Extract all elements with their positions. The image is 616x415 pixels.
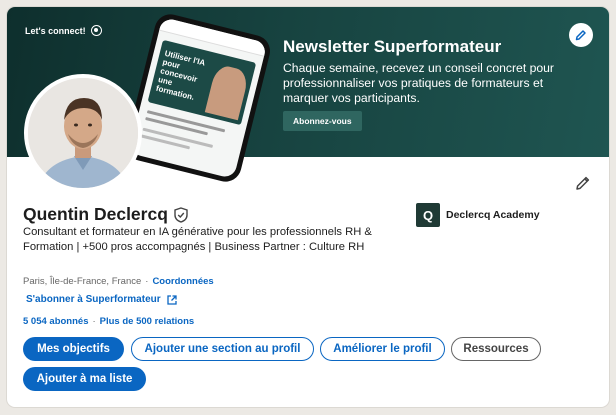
phone-hero: Utiliser l'IA pour concevoir une formati… [147, 39, 257, 126]
newsletter-title: Newsletter Superformateur [283, 37, 502, 56]
phone-hero-text: Utiliser l'IA pour concevoir une formati… [155, 48, 206, 102]
external-link-icon [166, 294, 177, 305]
pencil-icon [576, 176, 590, 190]
separator-dot: · [92, 316, 96, 327]
contact-info-link[interactable]: Coordonnées [152, 276, 213, 287]
avatar[interactable] [24, 74, 142, 192]
my-goals-button[interactable]: Mes objectifs [23, 337, 124, 361]
connections-link[interactable]: Plus de 500 relations [100, 316, 195, 327]
company-logo: Q [416, 203, 440, 227]
separator-dot: · [145, 276, 149, 287]
current-company[interactable]: Q Declercq Academy [416, 203, 540, 227]
edit-profile-button[interactable] [573, 173, 593, 193]
verified-shield-icon[interactable] [174, 206, 188, 223]
location-row: Paris, Île-de-France, France · Coordonné… [23, 276, 214, 287]
subscribe-link-text: S'abonner à Superformateur [26, 294, 161, 305]
subscribe-newsletter-link[interactable]: S'abonner à Superformateur [26, 294, 177, 305]
phone-mockup: Utiliser l'IA pour concevoir une formati… [122, 10, 274, 186]
network-stats: 5 054 abonnés · Plus de 500 relations [23, 316, 194, 327]
phone-screen: Utiliser l'IA pour concevoir une formati… [128, 17, 268, 179]
company-name: Declercq Academy [446, 209, 540, 221]
subscribe-newsletter-button[interactable]: Abonnez-vous [283, 111, 362, 131]
name-row: Quentin Declercq [23, 204, 188, 225]
add-profile-section-button[interactable]: Ajouter une section au profil [131, 337, 314, 361]
newsletter-description: Chaque semaine, recevez un conseil concr… [283, 61, 554, 105]
user-circle-icon [90, 25, 102, 36]
lets-connect-text: Let's connect! [25, 25, 86, 36]
profile-photo [28, 78, 138, 188]
lets-connect-label: Let's connect! [25, 25, 102, 36]
profile-card: Let's connect! Utiliser l'IA pour concev… [7, 7, 609, 407]
location-text: Paris, Île-de-France, France [23, 276, 142, 287]
profile-name: Quentin Declercq [23, 204, 168, 224]
followers-link[interactable]: 5 054 abonnés [23, 316, 88, 327]
profile-headline: Consultant et formateur en IA générative… [23, 226, 372, 253]
edit-banner-button[interactable] [569, 23, 593, 47]
resources-button[interactable]: Ressources [451, 337, 541, 361]
add-to-list-button[interactable]: Ajouter à ma liste [23, 367, 146, 391]
improve-profile-button[interactable]: Améliorer le profil [320, 337, 445, 361]
pencil-icon [575, 30, 586, 41]
